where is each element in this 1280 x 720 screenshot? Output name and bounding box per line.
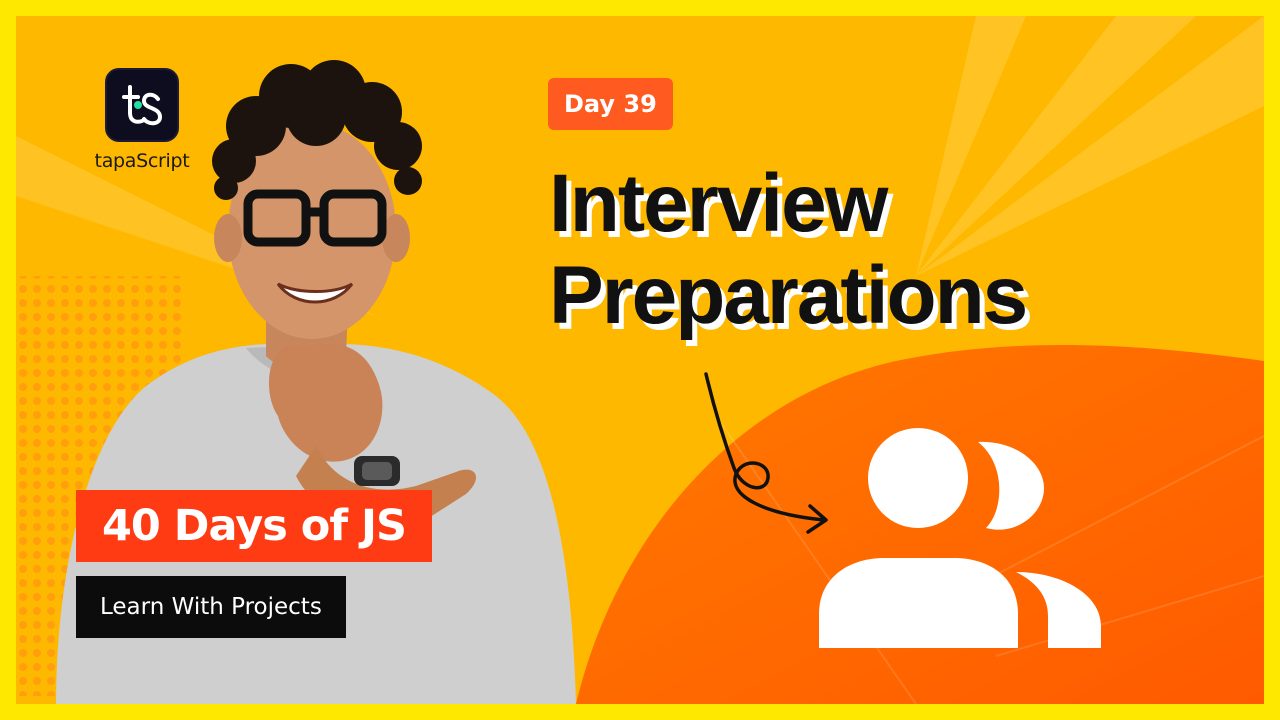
series-subtitle: Learn With Projects (76, 576, 346, 638)
ts-logo-icon (105, 68, 179, 142)
headline-line-2: Preparations (549, 250, 1028, 341)
brand-block: tapaScript (92, 68, 192, 172)
day-badge: Day 39 (548, 78, 673, 130)
thumbnail-canvas: tapaScript Day 39 Interview Preparations… (16, 16, 1264, 704)
series-title: 40 Days of JS (76, 490, 432, 562)
headline-line-1: Interview (549, 158, 888, 249)
headline: Interview Preparations (549, 158, 1028, 342)
brand-name: tapaScript (94, 150, 190, 172)
